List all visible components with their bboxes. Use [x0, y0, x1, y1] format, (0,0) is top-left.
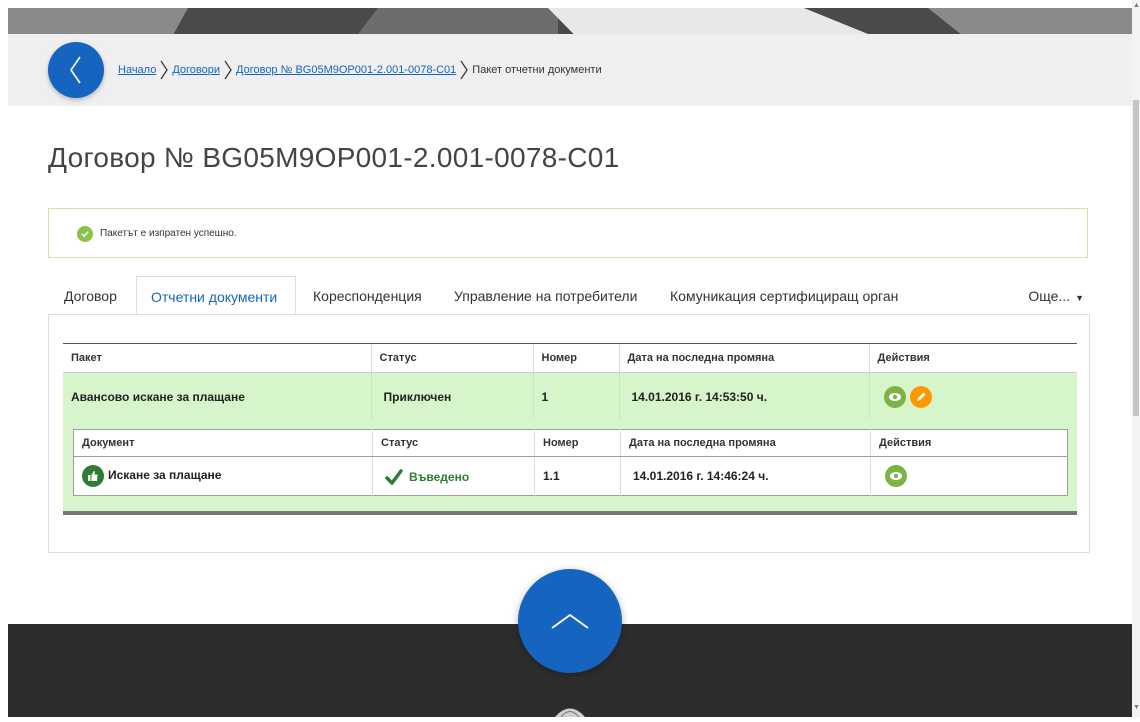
breadcrumb-home-link[interactable]: Начало: [118, 64, 156, 76]
table-header-row: Документ Статус Номер Дата на последна п…: [73, 429, 1068, 457]
tab-more-dropdown[interactable]: Още... ▼: [1028, 276, 1084, 318]
checkmark-icon: [385, 468, 403, 485]
banner-shape: [358, 8, 558, 34]
package-status: Приключен: [370, 372, 533, 421]
page-title: Договор № BG05M9OP001-2.001-0078-C01: [48, 142, 620, 173]
coat-of-arms-icon: [551, 702, 589, 722]
package-number: 1: [532, 372, 619, 421]
table-row: Искане за плащане Въведено 1.1 14.01.201…: [74, 456, 1068, 496]
document-name-cell: Искане за плащане: [74, 457, 373, 496]
table-row: Авансово искане за плащане Приключен 1 1…: [63, 372, 1077, 421]
document-actions: [870, 456, 1068, 496]
tab-contract[interactable]: Договор: [64, 276, 117, 315]
top-banner: [8, 8, 1132, 34]
caret-down-icon: ▼: [1075, 293, 1084, 303]
view-icon[interactable]: [883, 386, 906, 408]
scroll-up-arrow-icon[interactable]: ▲: [1133, 2, 1140, 12]
tab-user-management[interactable]: Управление на потребители: [454, 276, 637, 315]
banner-shape: [8, 8, 188, 34]
chevron-left-icon: [70, 56, 81, 84]
breadcrumb-separator-icon: [460, 60, 469, 80]
tab-report-documents[interactable]: Отчетни документи: [136, 276, 296, 315]
alert-message: Пакетът е изпратен успешно.: [100, 228, 237, 239]
column-header: Статус: [372, 429, 535, 457]
tab-bar: Договор Отчетни документи Кореспонденция…: [48, 276, 1090, 315]
edit-icon[interactable]: [909, 386, 932, 408]
document-status: Въведено: [372, 456, 535, 496]
chevron-up-icon: [551, 613, 589, 629]
column-header: Номер: [532, 343, 619, 373]
breadcrumb-separator-icon: [224, 60, 232, 80]
breadcrumb-separator-icon: [160, 60, 169, 80]
table-header-row: Пакет Статус Номер Дата на последна пром…: [63, 343, 1077, 373]
package-name: Авансово искане за плащане: [63, 372, 371, 421]
scrollbar-thumb[interactable]: [1133, 100, 1139, 416]
scroll-down-arrow-icon[interactable]: ▼: [1133, 704, 1140, 714]
documents-table: Документ Статус Номер Дата на последна п…: [73, 429, 1068, 496]
column-header: Документ: [73, 429, 373, 457]
column-header: Дата на последна промяна: [620, 429, 871, 457]
column-header: Дата на последна промяна: [618, 343, 869, 373]
breadcrumb-bar: Начало Договори Договор № BG05M9OP001-2.…: [8, 34, 1132, 106]
column-header: Действия: [870, 429, 1068, 457]
document-status-text: Въведено: [409, 469, 470, 484]
banner-shape: [928, 8, 1132, 34]
column-header: Номер: [534, 429, 621, 457]
scroll-to-top-button[interactable]: [518, 569, 622, 673]
package-date: 14.01.2016 г. 14:53:50 ч.: [618, 372, 869, 421]
document-number: 1.1: [534, 456, 621, 496]
package-status-text: Приключен: [383, 390, 452, 404]
document-name: Искане за плащане: [108, 468, 222, 483]
breadcrumb: Начало Договори Договор № BG05M9OP001-2.…: [118, 60, 602, 80]
document-date-text: 14.01.2016 г. 14:46:24 ч.: [633, 469, 769, 483]
tab-certifying-authority[interactable]: Комуникация сертифициращ орган: [670, 276, 898, 315]
view-icon[interactable]: [885, 465, 907, 487]
packages-table: Пакет Статус Номер Дата на последна пром…: [63, 343, 1077, 421]
tab-more-label: Още...: [1028, 288, 1071, 304]
tab-panel: Пакет Статус Номер Дата на последна пром…: [48, 314, 1090, 553]
success-alert: Пакетът е изпратен успешно.: [48, 208, 1088, 258]
check-circle-icon: [77, 226, 93, 242]
package-date-text: 14.01.2016 г. 14:53:50 ч.: [631, 390, 768, 404]
column-header: Действия: [868, 343, 1077, 373]
column-header: Статус: [370, 343, 533, 373]
package-actions: [868, 372, 1077, 421]
back-button[interactable]: [48, 42, 104, 98]
breadcrumb-contract-link[interactable]: Договор № BG05M9OP001-2.001-0078-C01: [236, 64, 456, 76]
thumbs-up-icon: [82, 465, 104, 487]
breadcrumb-current: Пакет отчетни документи: [472, 64, 602, 76]
banner-shape: [548, 8, 868, 34]
tab-correspondence[interactable]: Кореспонденция: [313, 276, 422, 315]
breadcrumb-contracts-link[interactable]: Договори: [172, 64, 220, 76]
document-date: 14.01.2016 г. 14:46:24 ч.: [620, 456, 871, 496]
column-header: Пакет: [63, 343, 371, 373]
documents-subtable-container: Документ Статус Номер Дата на последна п…: [63, 419, 1077, 515]
